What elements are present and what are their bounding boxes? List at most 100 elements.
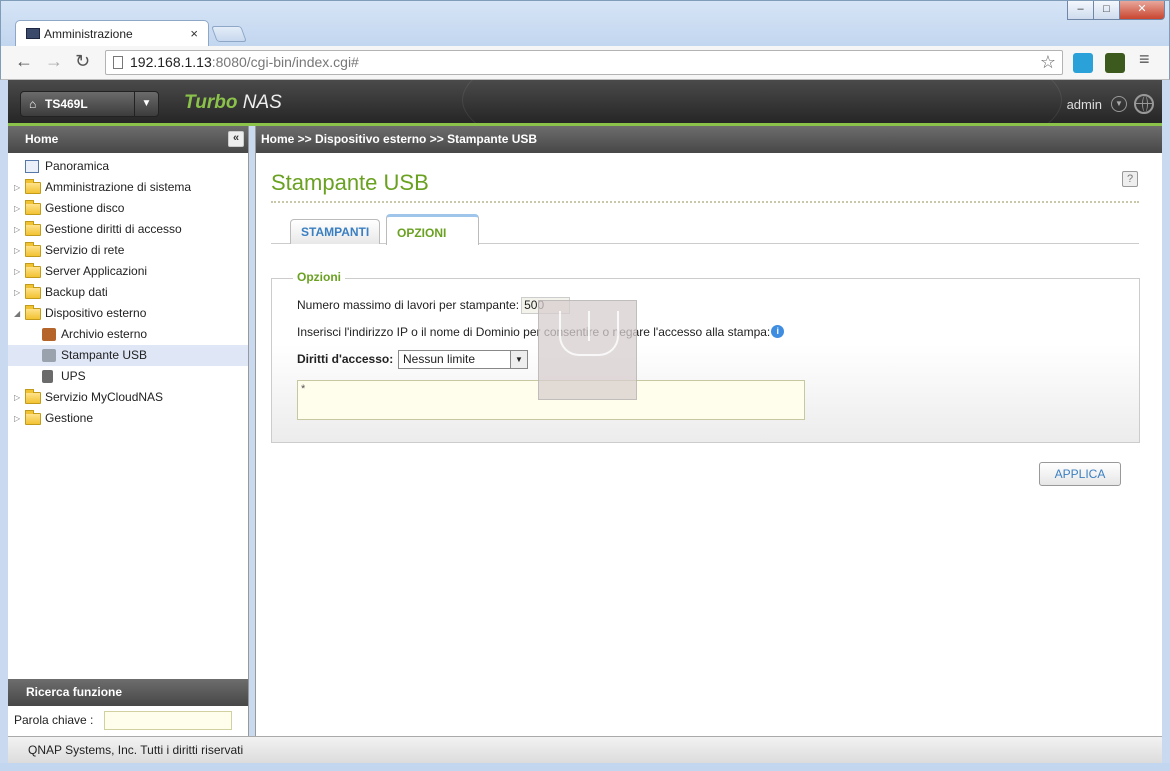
new-tab-button[interactable] (211, 26, 247, 42)
tab-stampanti[interactable]: STAMPANTI (290, 219, 381, 244)
sidebar-item-dispositivo-esterno[interactable]: ◢ Dispositivo esterno (8, 303, 248, 324)
collapse-arrow-icon[interactable]: ◢ (14, 303, 20, 324)
expand-arrow-icon[interactable]: ▷ (14, 198, 20, 219)
folder-icon (25, 389, 41, 404)
access-rights-value: Nessun limite (403, 352, 476, 366)
expand-arrow-icon[interactable]: ▷ (14, 219, 20, 240)
chevron-down-icon[interactable]: ▼ (134, 92, 158, 116)
overview-icon (25, 160, 39, 173)
folder-icon (25, 200, 41, 215)
browser-titlebar: Amministrazione × – □ ✕ (0, 0, 1170, 47)
expand-arrow-icon[interactable]: ▷ (14, 282, 20, 303)
brand-turbo: Turbo (184, 92, 238, 113)
collapse-sidebar-icon[interactable]: « (228, 131, 244, 147)
sidebar-item-server-applicazioni[interactable]: ▷ Server Applicazioni (8, 261, 248, 282)
sidebar-item-panoramica[interactable]: Panoramica (8, 156, 248, 177)
address-bar[interactable]: 192.168.1.13:8080/cgi-bin/index.cgi# ☆ (105, 50, 1063, 75)
ups-icon (42, 370, 53, 383)
sidebar-item-amministrazione[interactable]: ▷ Amministrazione di sistema (8, 177, 248, 198)
expand-arrow-icon[interactable]: ▷ (14, 408, 20, 429)
sidebar: Home « Panoramica ▷ Amministrazione di s… (8, 126, 249, 736)
url-path: :8080/cgi-bin/index.cgi# (211, 54, 359, 70)
sidebar-item-stampante-usb[interactable]: Stampante USB (8, 345, 248, 366)
window-controls: – □ ✕ (1067, 1, 1165, 20)
printer-icon (42, 349, 56, 362)
main-panel: Home >> Dispositivo esterno >> Stampante… (255, 126, 1162, 736)
sidebar-item-label: Archivio esterno (61, 327, 148, 341)
tab-bar: STAMPANTI OPZIONI (271, 214, 1139, 245)
sidebar-item-diritti-accesso[interactable]: ▷ Gestione diritti di accesso (8, 219, 248, 240)
sidebar-item-ups[interactable]: UPS (8, 366, 248, 387)
user-name[interactable]: admin (1067, 97, 1102, 112)
external-storage-icon (42, 328, 56, 341)
sidebar-title: Home (25, 132, 59, 146)
sidebar-item-label: Dispositivo esterno (45, 306, 147, 320)
sidebar-item-label: Server Applicazioni (45, 264, 148, 278)
menu-icon[interactable]: ≡ (1139, 49, 1150, 70)
folder-icon (25, 242, 41, 257)
forward-arrow-icon[interactable]: → (45, 51, 63, 72)
sidebar-header: Home « (8, 126, 248, 153)
sidebar-item-servizio-rete[interactable]: ▷ Servizio di rete (8, 240, 248, 261)
folder-icon (25, 410, 41, 425)
sidebar-item-label: Gestione diritti di accesso (45, 222, 182, 236)
sidebar-item-backup-dati[interactable]: ▷ Backup dati (8, 282, 248, 303)
sidebar-item-label: Panoramica (45, 159, 110, 173)
options-fieldset: Opzioni Numero massimo di lavori per sta… (271, 270, 1140, 443)
expand-arrow-icon[interactable]: ▷ (14, 261, 20, 282)
folder-icon (25, 284, 41, 299)
home-icon: ⌂ (29, 97, 37, 111)
keyword-input[interactable] (104, 711, 232, 730)
function-search: Parola chiave : (8, 706, 248, 736)
footer: QNAP Systems, Inc. Tutti i diritti riser… (8, 736, 1162, 763)
help-icon[interactable]: ? (1122, 171, 1138, 187)
open-folder-icon (25, 305, 41, 320)
folder-icon (25, 221, 41, 236)
options-legend: Opzioni (293, 270, 345, 284)
navigation-tree: Panoramica ▷ Amministrazione di sistema … (8, 153, 248, 429)
sidebar-item-label: Gestione (45, 411, 94, 425)
keyword-label: Parola chiave : (14, 713, 94, 727)
device-name: TS469L (45, 97, 88, 111)
sidebar-item-gestione-disco[interactable]: ▷ Gestione disco (8, 198, 248, 219)
nas-header: ⌂ TS469L ▼ Turbo NAS admin ▼ (8, 80, 1162, 126)
user-menu-icon[interactable]: ▼ (1111, 96, 1127, 112)
sidebar-item-gestione[interactable]: ▷ Gestione (8, 408, 248, 429)
back-arrow-icon[interactable]: ← (15, 51, 33, 72)
browser-tab[interactable]: Amministrazione × (15, 20, 209, 47)
header-decoration (462, 80, 1062, 123)
window-close-button[interactable]: ✕ (1119, 1, 1165, 20)
access-rights-label: Diritti d'accesso: (297, 352, 394, 366)
browser-tab-title: Amministrazione (44, 27, 133, 41)
minimize-button[interactable]: – (1067, 1, 1094, 20)
ip-note-text: Inserisci l'indirizzo IP o il nome di Do… (297, 325, 771, 339)
folder-icon (25, 179, 41, 194)
watermark-mark (559, 311, 619, 356)
chevron-down-icon[interactable]: ▼ (510, 351, 527, 368)
access-rights-select[interactable]: Nessun limite ▼ (398, 350, 528, 369)
apply-button[interactable]: APPLICA (1039, 462, 1121, 486)
sidebar-item-mycloudnas[interactable]: ▷ Servizio MyCloudNAS (8, 387, 248, 408)
sidebar-item-label: Servizio di rete (45, 243, 125, 257)
reload-icon[interactable]: ↻ (75, 51, 90, 72)
device-selector[interactable]: ⌂ TS469L ▼ (20, 91, 159, 117)
tab-close-icon[interactable]: × (190, 26, 198, 41)
expand-arrow-icon[interactable]: ▷ (14, 387, 20, 408)
max-jobs-row: Numero massimo di lavori per stampante: 5… (297, 297, 571, 314)
sidebar-item-label: Stampante USB (61, 348, 148, 362)
checker-extension-icon[interactable] (1105, 53, 1125, 73)
sidebar-item-label: UPS (61, 369, 86, 383)
language-globe-icon[interactable] (1134, 94, 1154, 114)
bookmark-star-icon[interactable]: ☆ (1040, 51, 1056, 74)
sidebar-item-label: Amministrazione di sistema (45, 180, 192, 194)
page-favicon-icon (26, 28, 40, 39)
sidebar-item-label: Backup dati (45, 285, 108, 299)
skype-extension-icon[interactable] (1073, 53, 1093, 73)
info-icon[interactable]: i (771, 325, 785, 338)
expand-arrow-icon[interactable]: ▷ (14, 240, 20, 261)
maximize-button[interactable]: □ (1093, 1, 1120, 20)
expand-arrow-icon[interactable]: ▷ (14, 177, 20, 198)
page-title: Stampante USB (271, 170, 429, 195)
tab-opzioni[interactable]: OPZIONI (386, 214, 479, 245)
sidebar-item-archivio-esterno[interactable]: Archivio esterno (8, 324, 248, 345)
